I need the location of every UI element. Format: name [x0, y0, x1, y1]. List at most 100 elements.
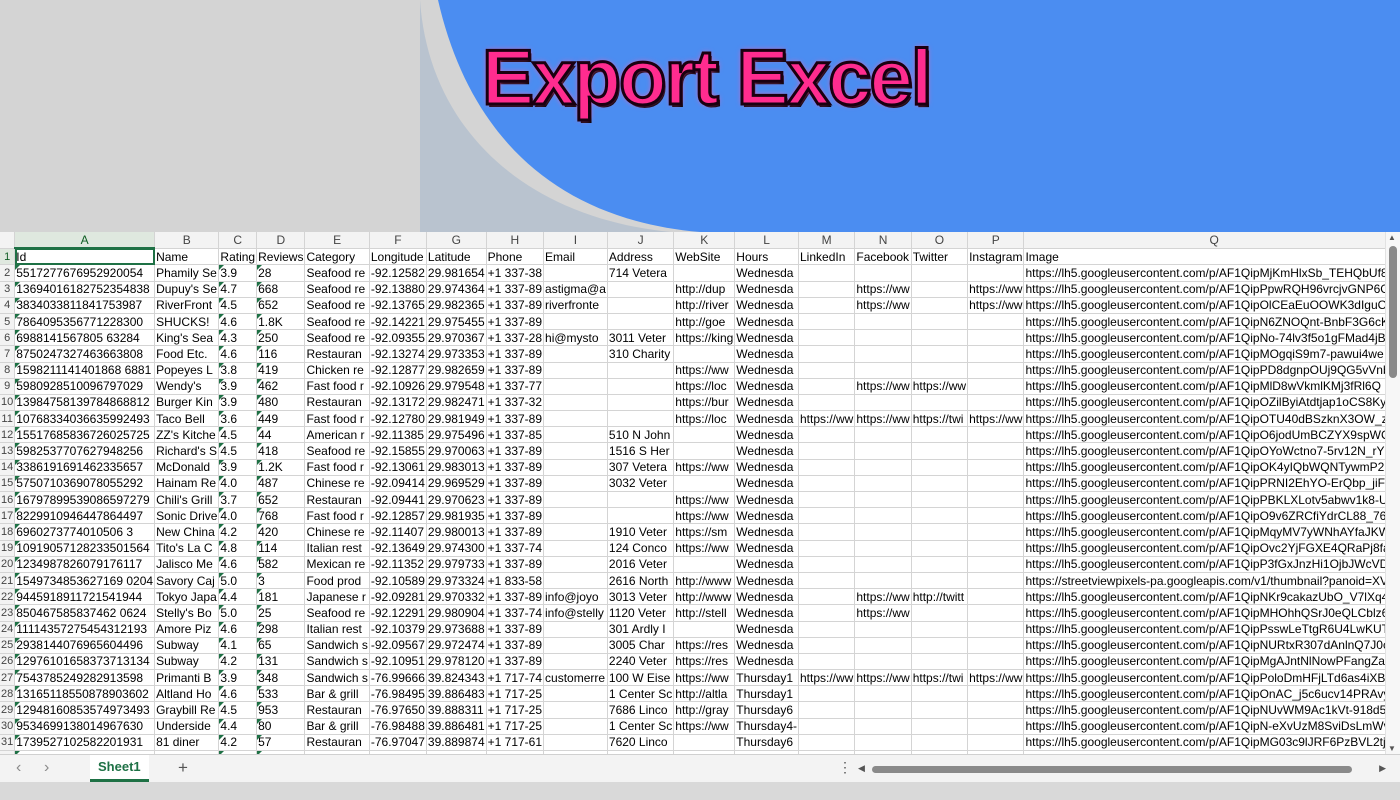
cell[interactable]: Dupuy's Se — [154, 281, 220, 298]
cell[interactable]: Thursday6 — [734, 734, 799, 752]
row-header[interactable]: 29 — [0, 701, 16, 719]
cell[interactable] — [543, 442, 608, 460]
cell[interactable]: Wednesda — [734, 378, 799, 395]
cell[interactable] — [911, 264, 969, 282]
column-header-b[interactable]: B — [154, 232, 220, 249]
cell[interactable] — [854, 491, 912, 509]
cell[interactable]: Wednesda — [734, 362, 799, 379]
cell[interactable] — [967, 394, 1025, 412]
cell[interactable]: 8750247327463663808 — [14, 345, 156, 363]
row-header[interactable]: 11 — [0, 410, 16, 428]
cell[interactable]: +1 337-89 — [486, 637, 545, 654]
cell[interactable]: Latitude — [426, 248, 487, 266]
cell[interactable]: 7864095356771228300 — [14, 313, 156, 331]
cell[interactable]: 39.886481 — [426, 718, 487, 735]
cell[interactable]: https://ww — [673, 459, 736, 476]
cell[interactable]: https://lh5.googleusercontent.com/p/AF1Q… — [1023, 669, 1400, 687]
cell[interactable]: Wednesda — [734, 507, 799, 525]
cell[interactable] — [911, 329, 969, 347]
cell[interactable] — [543, 718, 608, 735]
column-header-g[interactable]: G — [426, 232, 487, 249]
column-header-f[interactable]: F — [369, 232, 427, 249]
cell[interactable] — [543, 621, 608, 638]
cell[interactable]: 3.9 — [218, 459, 258, 476]
cell[interactable] — [911, 345, 969, 363]
cell[interactable] — [607, 378, 675, 395]
cell[interactable]: https://lh5.googleusercontent.com/p/AF1Q… — [1023, 491, 1400, 509]
cell[interactable]: Wednesda — [734, 345, 799, 363]
cell[interactable]: 4.6 — [218, 685, 258, 703]
cell[interactable] — [967, 734, 1025, 752]
cell[interactable]: https://ww — [854, 410, 912, 428]
scroll-down-icon[interactable]: ▼ — [1388, 744, 1396, 753]
cell[interactable]: https://lh5.googleusercontent.com/p/AF1Q… — [1023, 685, 1400, 703]
cell[interactable]: https://king — [673, 329, 736, 347]
cell[interactable]: Chicken re — [304, 362, 370, 379]
scroll-right-icon[interactable]: ▶ — [1379, 763, 1386, 774]
cell[interactable]: Wednesda — [734, 475, 799, 493]
cell[interactable]: +1 337-89 — [486, 442, 545, 460]
cell[interactable]: Chinese re — [304, 523, 370, 541]
cell[interactable]: 3.9 — [218, 394, 258, 412]
cell[interactable]: Thursday4- — [734, 718, 799, 735]
column-header-k[interactable]: K — [673, 232, 736, 249]
cell[interactable]: 2616 North — [607, 572, 675, 590]
cell[interactable]: https://ww — [673, 491, 736, 509]
cell[interactable]: New China — [154, 523, 220, 541]
cell[interactable]: +1 337-89 — [486, 297, 545, 314]
cell[interactable]: 1739527102582201931 — [14, 734, 156, 752]
cell[interactable] — [798, 637, 856, 654]
cell[interactable]: -92.11352 — [369, 556, 427, 573]
cell[interactable]: 348 — [256, 669, 306, 687]
cell[interactable] — [967, 637, 1025, 654]
column-header-n[interactable]: N — [854, 232, 912, 249]
cell[interactable]: Name — [154, 248, 220, 266]
cell[interactable]: 4.6 — [218, 345, 258, 363]
cell[interactable] — [911, 362, 969, 379]
cell[interactable]: http://altla — [673, 685, 736, 703]
row-header[interactable]: 28 — [0, 685, 16, 703]
cell[interactable]: https://lh5.googleusercontent.com/p/AF1Q… — [1023, 345, 1400, 363]
cell[interactable] — [673, 426, 736, 444]
cell[interactable]: 15517685836726025725 — [14, 426, 156, 444]
cell[interactable]: 39.889874 — [426, 734, 487, 752]
cell[interactable]: Facebook — [854, 248, 912, 266]
cell[interactable]: 3.8 — [218, 362, 258, 379]
cell[interactable] — [543, 313, 608, 331]
cell[interactable]: 116 — [256, 345, 306, 363]
cell[interactable]: Primanti B — [154, 669, 220, 687]
column-header-e[interactable]: E — [304, 232, 370, 249]
cell[interactable]: 7686 Linco — [607, 701, 675, 719]
column-header-j[interactable]: J — [607, 232, 675, 249]
cell[interactable]: 533 — [256, 685, 306, 703]
cell[interactable]: https://ww — [911, 378, 969, 395]
cell[interactable] — [967, 572, 1025, 590]
cell[interactable]: +1 337-89 — [486, 345, 545, 363]
column-header-o[interactable]: O — [911, 232, 969, 249]
cell[interactable]: Bar & grill — [304, 685, 370, 703]
cell[interactable]: 4.2 — [218, 653, 258, 671]
cell[interactable]: 3032 Veter — [607, 475, 675, 493]
cell[interactable]: 668 — [256, 281, 306, 298]
cell[interactable] — [967, 653, 1025, 671]
cell[interactable]: 29.979733 — [426, 556, 487, 573]
cell[interactable]: https://lh5.googleusercontent.com/p/AF1Q… — [1023, 281, 1400, 298]
cell[interactable]: Wednesda — [734, 426, 799, 444]
cell[interactable]: 9534699138014967630 — [14, 718, 156, 735]
cell[interactable] — [911, 523, 969, 541]
cell[interactable] — [911, 718, 969, 735]
cell[interactable] — [798, 442, 856, 460]
select-all-corner[interactable] — [0, 232, 16, 249]
cell[interactable]: 7543785249282913598 — [14, 669, 156, 687]
cell[interactable] — [967, 491, 1025, 509]
cell[interactable] — [911, 459, 969, 476]
cell[interactable]: 4.3 — [218, 329, 258, 347]
cell[interactable]: +1 337-89 — [486, 556, 545, 573]
cell[interactable]: Wednesda — [734, 540, 799, 557]
cell[interactable]: Image — [1023, 248, 1400, 266]
cell[interactable]: 1910 Veter — [607, 523, 675, 541]
cell[interactable]: 3.9 — [218, 378, 258, 395]
cell[interactable]: info@stelly — [543, 604, 608, 622]
cell[interactable]: Savory Caj — [154, 572, 220, 590]
cell[interactable]: -92.13172 — [369, 394, 427, 412]
